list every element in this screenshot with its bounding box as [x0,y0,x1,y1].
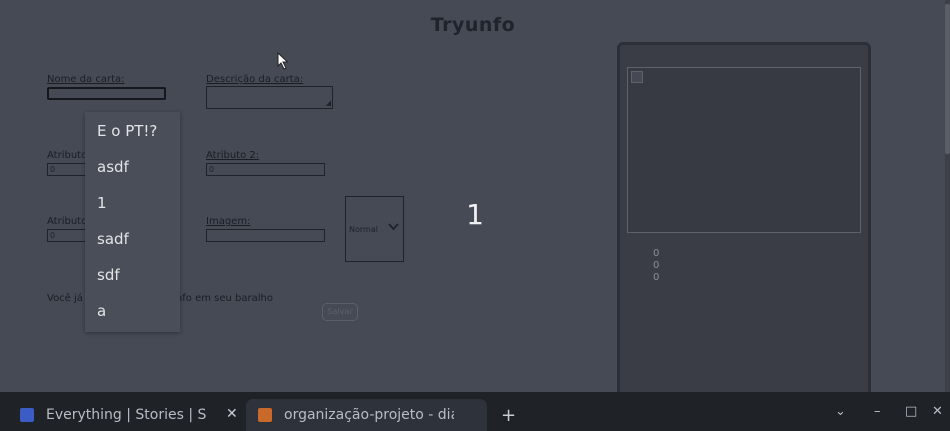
autocomplete-item[interactable]: sdf [97,266,120,284]
autocomplete-item[interactable]: 1 [97,194,107,212]
autocomplete-item[interactable]: a [97,302,106,320]
page: Tryunfo Nome da carta: Descrição da cart… [0,0,950,402]
browser-tab-strip: Everything | Stories | Sho ✕ organização… [0,392,950,431]
tab-title: Everything | Stories | Sho [46,407,206,423]
broken-image-icon [631,71,643,83]
resize-grip-icon[interactable]: ◢ [326,100,331,107]
new-tab-icon[interactable]: + [501,405,516,426]
minimize-icon[interactable]: – [874,404,881,419]
tab-title: organização-projeto - dia [284,407,454,423]
name-label: Nome da carta: [47,74,125,85]
rarity-select[interactable]: Normal [345,196,404,262]
autocomplete-item[interactable]: asdf [97,158,129,176]
preview-attr1: 0 [653,248,660,259]
attr2-input[interactable]: 0 [206,163,325,176]
maximize-icon[interactable]: □ [905,404,917,419]
scrollbar-thumb[interactable] [945,4,950,154]
card-preview: 0 0 0 [617,42,871,402]
card-counter: 1 [466,198,484,231]
autocomplete-item[interactable]: E o PT!? [97,122,157,140]
tab-favicon-icon [20,408,34,422]
attr2-label: Atributo 2: [206,150,260,161]
close-window-icon[interactable]: ✕ [932,404,943,419]
card-image [627,67,861,233]
page-scrollbar[interactable] [945,0,950,392]
autocomplete-dropdown: E o PT!? asdf 1 sadf sdf a [85,112,180,332]
chevron-down-icon [388,223,399,231]
preview-attr2: 0 [653,260,660,271]
mouse-cursor-icon [277,52,289,70]
browser-tab[interactable]: Everything | Stories | Sho ✕ [8,399,244,431]
close-tab-icon[interactable]: ✕ [226,406,238,422]
image-label: Imagem: [206,216,251,227]
description-label: Descrição da carta: [206,74,304,85]
browser-tab-active[interactable]: organização-projeto - dia [246,399,487,431]
page-title: Tryunfo [430,14,516,36]
preview-attr3: 0 [653,272,660,283]
card-name-input[interactable] [47,87,166,100]
autocomplete-item[interactable]: sadf [97,230,129,248]
save-button[interactable]: Salvar [322,303,358,321]
rarity-selected-value: Normal [349,225,378,234]
image-url-input[interactable] [206,229,325,242]
tab-list-chevron-icon[interactable]: ⌄ [835,404,846,419]
card-description-textarea[interactable]: ◢ [206,86,333,109]
tab-favicon-icon [258,408,272,422]
